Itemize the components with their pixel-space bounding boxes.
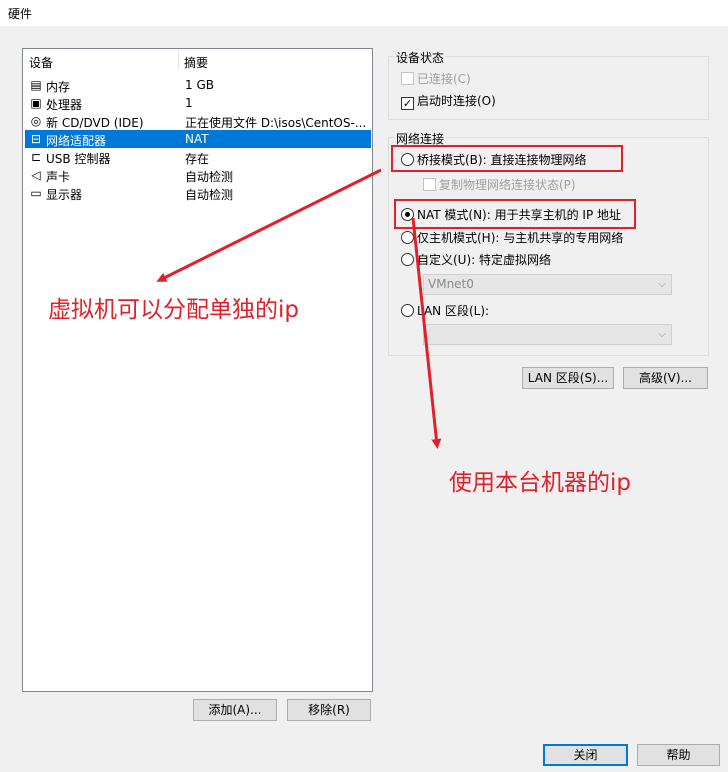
left-arrow [156,168,382,282]
annotation-arrows [156,168,442,449]
right-annotation: 使用本台机器的ip [449,470,631,496]
left-annotation: 虚拟机可以分配单独的ip [48,297,299,323]
down-arrow [411,217,442,449]
